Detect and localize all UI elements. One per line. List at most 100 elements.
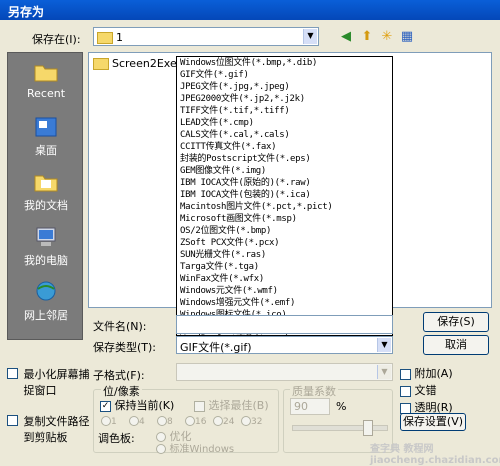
quality-unit: % bbox=[336, 400, 347, 413]
folder-icon bbox=[97, 31, 116, 44]
place-label: 我的文档 bbox=[24, 199, 68, 212]
save-button[interactable]: 保存(S) bbox=[423, 312, 489, 332]
quality-value: 90 bbox=[294, 400, 308, 413]
minimize-option[interactable]: 最小化屏幕捕捉窗口 bbox=[7, 366, 92, 398]
slider-thumb[interactable] bbox=[363, 420, 373, 436]
file-type-option[interactable]: CALS文件(*.cal,*.cals) bbox=[177, 129, 392, 141]
back-icon[interactable]: ◀ bbox=[337, 28, 355, 46]
copy-path-label: 复制文件路径到剪贴板 bbox=[23, 415, 90, 444]
filetype-combo[interactable]: GIF文件(*.gif) ▼ bbox=[176, 336, 393, 354]
file-type-option[interactable]: Microsoft画图文件(*.msp) bbox=[177, 213, 392, 225]
file-type-option[interactable]: Windows位图文件(*.bmp,*.dib) bbox=[177, 57, 392, 69]
file-type-option[interactable]: JPEG2000文件(*.jp2,*.j2k) bbox=[177, 93, 392, 105]
recent-folder-icon bbox=[34, 65, 58, 82]
copy-path-checkbox[interactable] bbox=[7, 414, 18, 426]
bit-option[interactable]: 16 bbox=[185, 414, 213, 427]
filetype-label: 保存类型(T): bbox=[93, 341, 157, 354]
file-type-option[interactable]: IBM IOCA文件(原始的)(*.raw) bbox=[177, 177, 392, 189]
bit-option-label: 32 bbox=[251, 417, 263, 427]
file-type-option[interactable]: TIFF文件(*.tif,*.tiff) bbox=[177, 105, 392, 117]
quality-input[interactable]: 90 bbox=[290, 398, 330, 415]
window-title: 另存为 bbox=[8, 5, 45, 19]
file-type-option[interactable]: Targa文件(*.tga) bbox=[177, 261, 392, 273]
ask-checkbox[interactable] bbox=[400, 385, 411, 397]
transparent-checkbox[interactable] bbox=[400, 402, 411, 414]
file-type-dropdown-list[interactable]: Windows位图文件(*.bmp,*.dib) GIF文件(*.gif) JPEG… bbox=[176, 56, 393, 336]
save-settings-button[interactable]: 保存设置(V) bbox=[400, 413, 466, 431]
append-option[interactable]: 附加(A) bbox=[400, 365, 453, 381]
list-item[interactable]: Screen2Exe bbox=[93, 57, 177, 70]
radio-icon bbox=[101, 416, 111, 426]
title-bar[interactable]: 另存为 bbox=[0, 0, 500, 20]
file-type-option[interactable]: CCITT传真文件(*.fax) bbox=[177, 141, 392, 153]
radio-icon bbox=[157, 416, 167, 426]
radio-icon bbox=[156, 444, 166, 454]
file-type-option[interactable]: Macintosh图片文件(*.pct,*.pict) bbox=[177, 201, 392, 213]
bit-option-label: 24 bbox=[223, 417, 235, 427]
file-type-option[interactable]: IBM IOCA文件(包装的)(*.ica) bbox=[177, 189, 392, 201]
bit-option-label: 4 bbox=[139, 417, 145, 427]
radio-icon bbox=[241, 416, 251, 426]
file-name: Screen2Exe bbox=[112, 57, 177, 70]
keep-current-option[interactable]: ✓ 保持当前(K) bbox=[100, 397, 174, 413]
append-checkbox[interactable] bbox=[400, 368, 411, 380]
file-type-option[interactable]: 封装的Postscript文件(*.eps) bbox=[177, 153, 392, 165]
file-type-option[interactable]: OS/2位图文件(*.bmp) bbox=[177, 225, 392, 237]
bit-depth-options[interactable]: 1 4 8 16 24 32 bbox=[101, 414, 269, 427]
quality-title: 质量系数 bbox=[290, 383, 338, 399]
cancel-button[interactable]: 取消 bbox=[423, 335, 489, 355]
best-checkbox[interactable] bbox=[194, 400, 205, 412]
bit-option-label: 1 bbox=[111, 417, 117, 427]
minimize-label: 最小化屏幕捕捉窗口 bbox=[23, 368, 90, 397]
file-type-option[interactable]: LEAD文件(*.cmp) bbox=[177, 117, 392, 129]
radio-icon bbox=[185, 416, 195, 426]
place-recent[interactable]: Recent bbox=[8, 61, 84, 100]
desktop-icon bbox=[35, 117, 57, 137]
place-network[interactable]: 网上邻居 bbox=[8, 281, 84, 323]
place-label: 桌面 bbox=[35, 144, 57, 157]
computer-icon bbox=[36, 227, 56, 246]
subformat-label: 子格式(F): bbox=[93, 369, 145, 382]
up-folder-icon[interactable]: ⬆ bbox=[358, 28, 376, 46]
subformat-combo[interactable]: ▼ bbox=[176, 363, 393, 381]
copy-path-option[interactable]: 复制文件路径到剪贴板 bbox=[7, 413, 92, 445]
filename-label: 文件名(N): bbox=[93, 320, 147, 333]
palette-label: 调色板: bbox=[98, 432, 135, 445]
palette-standard-label: 标准Windows bbox=[169, 444, 235, 455]
best-option[interactable]: 选择最佳(B) bbox=[194, 397, 269, 413]
chevron-down-icon[interactable]: ▼ bbox=[303, 29, 317, 44]
bit-option[interactable]: 1 bbox=[101, 414, 129, 427]
ask-option[interactable]: 文错 bbox=[400, 382, 437, 398]
views-menu-icon[interactable]: ▦ bbox=[398, 28, 416, 46]
save-in-combo[interactable]: 1 ▼ bbox=[93, 27, 319, 46]
file-type-option[interactable]: Windows元文件(*.wmf) bbox=[177, 285, 392, 297]
keep-current-checkbox[interactable]: ✓ bbox=[100, 400, 111, 412]
chevron-down-icon[interactable]: ▼ bbox=[377, 338, 391, 352]
place-computer[interactable]: 我的电脑 bbox=[8, 226, 84, 268]
file-type-option[interactable]: SUN光栅文件(*.ras) bbox=[177, 249, 392, 261]
file-type-option[interactable]: ZSoft PCX文件(*.pcx) bbox=[177, 237, 392, 249]
file-type-option[interactable]: Windows增强元文件(*.emf) bbox=[177, 297, 392, 309]
palette-standard-option[interactable]: 标准Windows bbox=[156, 440, 234, 455]
new-folder-icon[interactable]: ✳ bbox=[378, 28, 396, 46]
quality-slider[interactable] bbox=[292, 420, 388, 436]
best-label: 选择最佳(B) bbox=[208, 399, 269, 412]
bit-option[interactable]: 4 bbox=[129, 414, 157, 427]
file-type-option[interactable]: GIF文件(*.gif) bbox=[177, 69, 392, 81]
place-desktop[interactable]: 桌面 bbox=[8, 116, 84, 158]
save-in-label: 保存在(I): bbox=[32, 33, 81, 46]
chevron-down-icon[interactable]: ▼ bbox=[377, 365, 391, 379]
place-documents[interactable]: 我的文档 bbox=[8, 171, 84, 213]
file-type-option[interactable]: GEM图像文件(*.img) bbox=[177, 165, 392, 177]
filename-input[interactable] bbox=[176, 315, 393, 334]
file-type-option[interactable]: WinFax文件(*.wfx) bbox=[177, 273, 392, 285]
file-type-option[interactable]: JPEG文件(*.jpg,*.jpeg) bbox=[177, 81, 392, 93]
keep-current-label: 保持当前(K) bbox=[114, 399, 175, 412]
places-bar: Recent 桌面 我的文档 我的电脑 网上邻居 bbox=[7, 52, 83, 340]
bit-option[interactable]: 32 bbox=[241, 414, 269, 427]
bit-option[interactable]: 8 bbox=[157, 414, 185, 427]
bit-option[interactable]: 24 bbox=[213, 414, 241, 427]
place-label: Recent bbox=[26, 87, 66, 100]
minimize-checkbox[interactable] bbox=[7, 367, 18, 379]
filetype-value: GIF文件(*.gif) bbox=[180, 341, 252, 354]
